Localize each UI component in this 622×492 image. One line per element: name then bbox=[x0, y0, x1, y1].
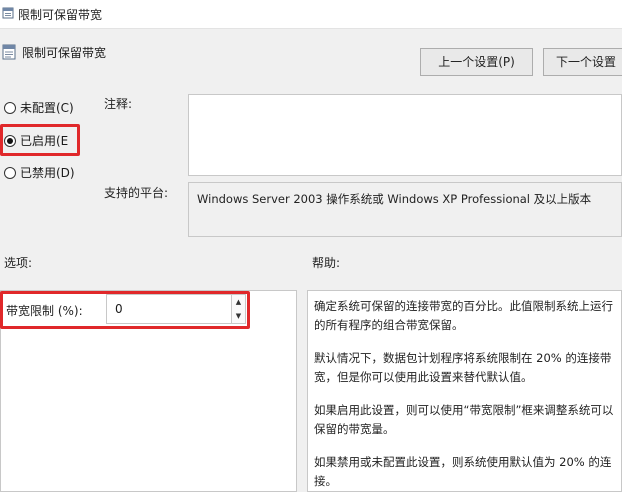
comment-label: 注释: bbox=[104, 97, 133, 111]
radio-circle[interactable] bbox=[4, 166, 16, 179]
enabled-highlight-box bbox=[0, 124, 80, 156]
supported-on-label: 支持的平台: bbox=[104, 186, 169, 200]
radio-label: 已禁用(D) bbox=[20, 166, 75, 180]
comment-textarea[interactable] bbox=[188, 94, 622, 176]
help-paragraph: 默认情况下，数据包计划程序将系统限制在 20% 的连接带宽，但是你可以使用此设置… bbox=[314, 351, 612, 384]
help-paragraph: 如果禁用或未配置此设置，则系统使用默认值为 20% 的连接。 bbox=[314, 455, 612, 488]
radio-disabled[interactable]: 已禁用(D) bbox=[4, 164, 75, 181]
supported-on-box: Windows Server 2003 操作系统或 Windows XP Pro… bbox=[188, 182, 622, 237]
help-section-label: 帮助: bbox=[312, 256, 341, 270]
policy-app-icon bbox=[2, 7, 14, 19]
next-setting-button[interactable]: 下一个设置 bbox=[543, 48, 622, 76]
help-paragraph: 如果启用此设置，则可以使用“带宽限制”框来调整系统可以保留的带宽量。 bbox=[314, 403, 614, 436]
window-title: 限制可保留带宽 bbox=[18, 8, 103, 22]
policy-setting-icon bbox=[2, 44, 16, 60]
radio-label: 未配置(C) bbox=[20, 101, 74, 115]
options-section-label: 选项: bbox=[4, 256, 33, 270]
supported-on-value: Windows Server 2003 操作系统或 Windows XP Pro… bbox=[197, 192, 592, 206]
previous-setting-button[interactable]: 上一个设置(P) bbox=[420, 48, 533, 76]
policy-header-title: 限制可保留带宽 bbox=[22, 46, 107, 60]
radio-circle[interactable] bbox=[4, 101, 16, 114]
bandwidth-highlight-box bbox=[0, 291, 250, 329]
help-paragraph: 确定系统可保留的连接带宽的百分比。此值限制系统上运行的所有程序的组合带宽保留。 bbox=[314, 299, 613, 332]
help-panel: 确定系统可保留的连接带宽的百分比。此值限制系统上运行的所有程序的组合带宽保留。 … bbox=[307, 290, 622, 492]
radio-not-configured[interactable]: 未配置(C) bbox=[4, 99, 74, 116]
